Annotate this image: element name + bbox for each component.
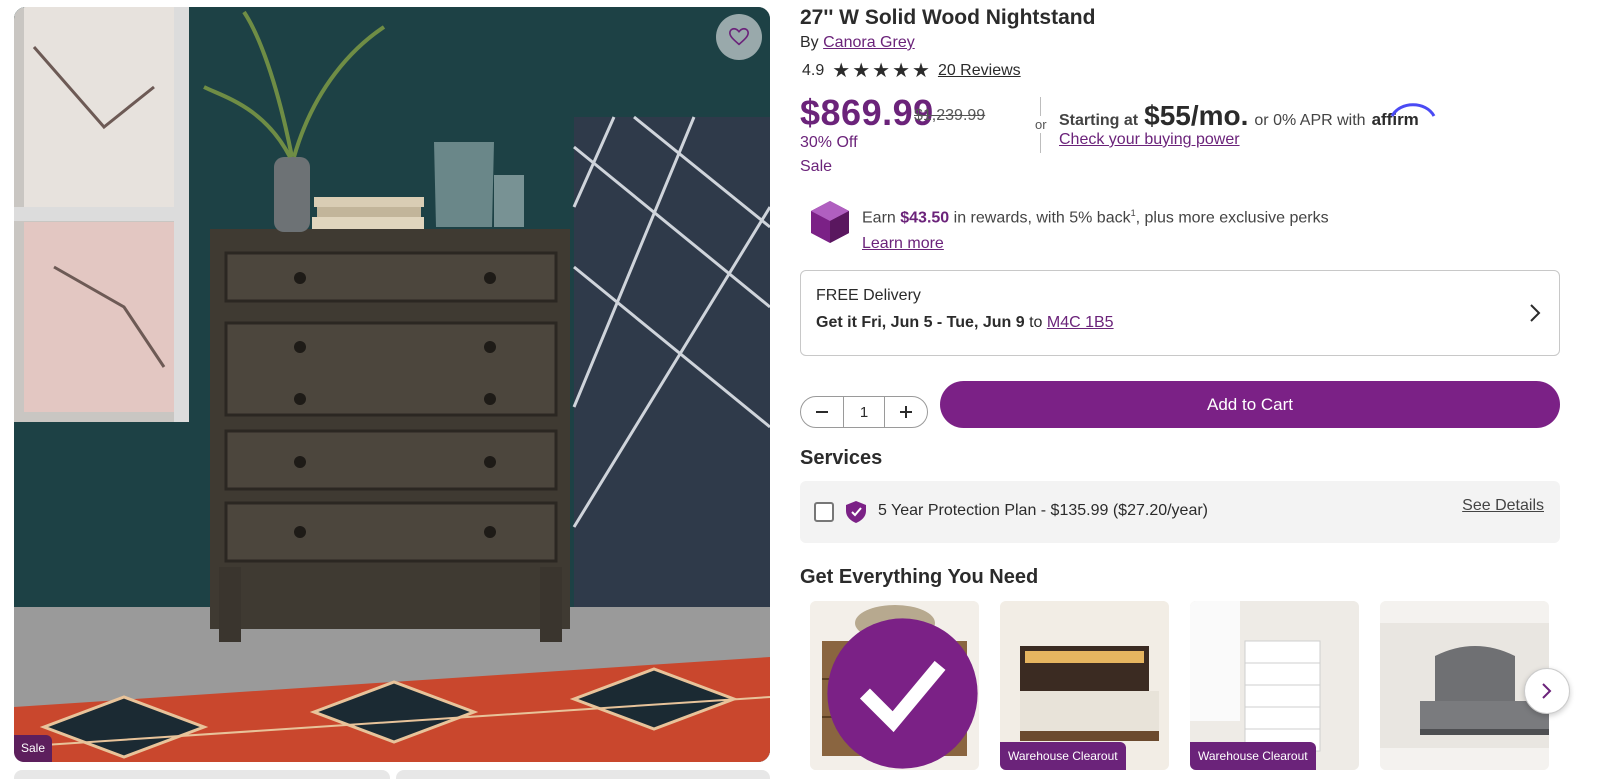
apr-text: or 0% APR with	[1254, 112, 1366, 129]
recommendation-card[interactable]: Warehouse Clearout	[1190, 601, 1359, 770]
thumbnail-2[interactable]	[396, 770, 770, 779]
chevron-right-icon	[1542, 683, 1552, 699]
product-main-image[interactable]	[14, 7, 770, 762]
warehouse-clearout-tag: Warehouse Clearout	[1190, 742, 1316, 770]
plan-per-year: ($27.20/year)	[1112, 502, 1209, 519]
rewards-perks: , plus more exclusive perks	[1135, 209, 1329, 227]
rating-row: 4.9 ★ ★ ★ ★ ★ 20 Reviews	[802, 60, 1021, 82]
discount-label: 30% Off	[800, 134, 858, 151]
star-icon: ★	[912, 60, 930, 82]
starting-at: Starting at	[1059, 112, 1139, 129]
add-to-cart-button[interactable]: Add to Cart	[940, 381, 1560, 428]
favorite-button[interactable]	[716, 14, 762, 60]
brand-byline: By Canora Grey	[800, 34, 915, 52]
recommendations-carousel: Warehouse Clearout Warehouse Clearout	[810, 601, 1549, 770]
see-details-link[interactable]: See Details	[1462, 497, 1544, 515]
star-icon: ★	[832, 60, 851, 82]
rewards-section: Earn $43.50 in rewards, with 5% back1, p…	[810, 200, 1329, 257]
services-heading: Services	[800, 447, 883, 469]
thumbnail-1[interactable]	[14, 770, 390, 779]
rewards-earn: Earn	[862, 209, 896, 227]
learn-more-link[interactable]: Learn more	[862, 231, 1329, 257]
financing-line: Starting at $55/mo. or 0% APR with affir…	[1059, 100, 1435, 132]
star-rating: ★ ★ ★ ★ ★	[832, 60, 930, 82]
delivery-to: to	[1029, 314, 1043, 331]
reviews-link[interactable]: 20 Reviews	[938, 62, 1021, 80]
image-sale-tag: Sale	[14, 735, 53, 762]
quantity-input[interactable]: 1	[843, 397, 885, 427]
star-icon: ★	[892, 60, 910, 82]
delivery-box[interactable]: FREE Delivery Get it Fri, Jun 5 - Tue, J…	[800, 270, 1560, 356]
decrease-quantity-button[interactable]	[801, 397, 843, 427]
postal-code-link[interactable]: M4C 1B5	[1047, 314, 1114, 331]
carousel-next-button[interactable]	[1524, 668, 1570, 714]
rating-value: 4.9	[802, 62, 825, 79]
delivery-window: Get it Fri, Jun 5 - Tue, Jun 9	[816, 314, 1025, 331]
increase-quantity-button[interactable]	[885, 397, 927, 427]
delivery-dates: Get it Fri, Jun 5 - Tue, Jun 9 to M4C 1B…	[816, 314, 1544, 332]
protection-plan: 5 Year Protection Plan - $135.99 ($27.20…	[800, 481, 1560, 543]
rewards-cube-icon	[811, 201, 849, 243]
warehouse-clearout-tag: Warehouse Clearout	[1000, 742, 1126, 770]
rewards-amount: $43.50	[900, 209, 950, 227]
quantity-stepper: 1	[800, 396, 928, 428]
chevron-right-icon	[1530, 304, 1541, 322]
check-buying-power-link[interactable]: Check your buying power	[1059, 131, 1240, 149]
minus-icon	[816, 411, 828, 413]
affirm-logo: affirm	[1372, 103, 1435, 130]
affirm-arc-icon	[1390, 103, 1435, 117]
original-price: $1,239.99	[914, 107, 986, 124]
verified-badge-icon	[827, 618, 978, 769]
monthly-price: $55/mo.	[1144, 100, 1249, 131]
product-title: 27'' W Solid Wood Nightstand	[800, 6, 1096, 29]
rewards-desc: in rewards, with 5% back	[953, 209, 1131, 227]
star-icon: ★	[852, 60, 871, 82]
rewards-text: Earn $43.50 in rewards, with 5% back1, p…	[862, 200, 1329, 257]
product-photo	[14, 7, 770, 762]
star-icon: ★	[872, 60, 891, 82]
recommendation-card[interactable]	[810, 601, 979, 770]
protection-plan-checkbox[interactable]	[814, 502, 834, 522]
get-everything-heading: Get Everything You Need	[800, 566, 1039, 588]
protection-plan-text: 5 Year Protection Plan - $135.99 ($27.20…	[878, 502, 1208, 520]
brand-link[interactable]: Canora Grey	[823, 34, 915, 51]
plan-label: 5 Year Protection Plan - $135.99	[878, 502, 1109, 519]
free-delivery-label: FREE Delivery	[816, 287, 921, 304]
recommendation-card[interactable]: Warehouse Clearout	[1000, 601, 1169, 770]
heart-icon	[729, 27, 749, 46]
plus-icon	[900, 406, 912, 418]
shield-icon	[846, 501, 866, 523]
by-prefix: By	[800, 34, 819, 51]
or-label: or	[1035, 116, 1047, 133]
sale-label: Sale	[800, 158, 833, 175]
